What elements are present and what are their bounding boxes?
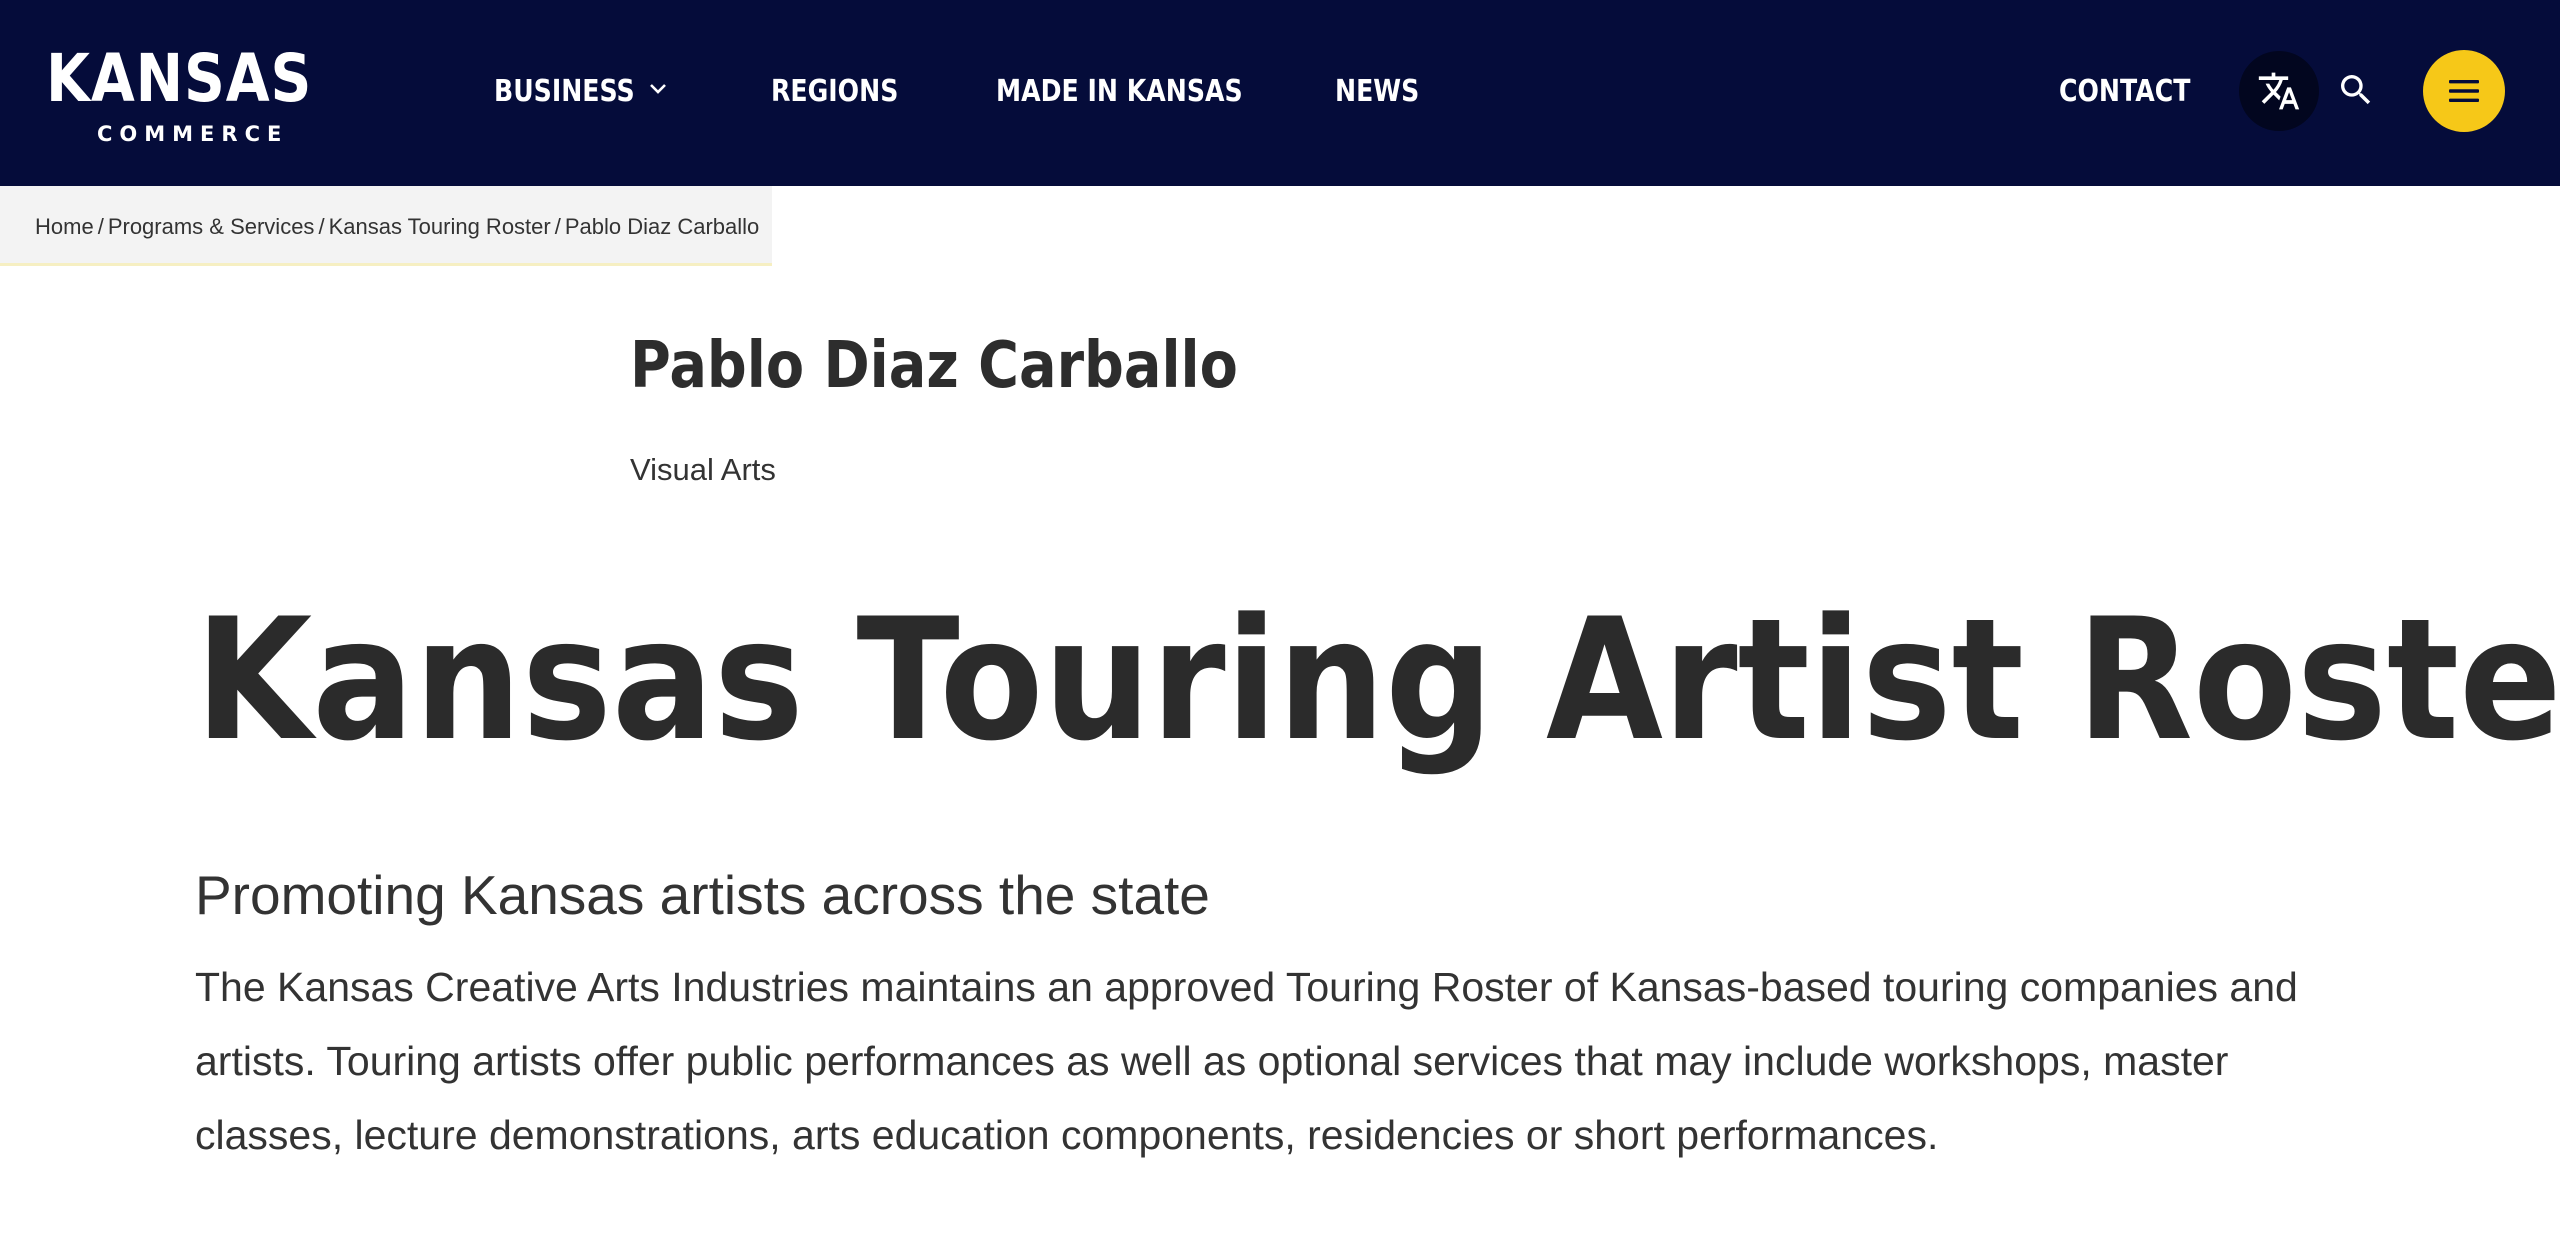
breadcrumb: Home / Programs & Services / Kansas Touring … <box>0 186 772 266</box>
breadcrumb-kansas-touring-roster[interactable]: Kansas Touring Roster <box>329 214 551 239</box>
breadcrumb-separator: / <box>554 214 561 239</box>
roster-heading: Kansas Touring Artist Roster <box>195 582 2560 778</box>
nav-regions[interactable]: REGIONS <box>771 70 898 114</box>
translate-icon <box>2258 72 2300 110</box>
kansas-commerce-logo[interactable]: KANSAS COMMERCE <box>46 44 336 154</box>
nav-made-in-kansas[interactable]: MADE IN KANSAS <box>996 70 1243 114</box>
hamburger-menu-icon <box>2449 80 2479 102</box>
roster-tagline: Promoting Kansas artists across the stat… <box>195 864 1210 926</box>
roster-description-line: The Kansas Creative Arts Industries main… <box>195 964 2298 1010</box>
nav-business[interactable]: BUSINESS <box>494 70 635 114</box>
logo-subtitle: COMMERCE <box>97 122 289 146</box>
logo-wordmark: KANSAS <box>46 40 313 117</box>
breadcrumb-home[interactable]: Home <box>35 214 94 239</box>
roster-description-line: artists. Touring artists offer public pe… <box>195 1038 2229 1084</box>
page-subtitle: Visual Arts <box>630 452 776 487</box>
translate-button[interactable] <box>2239 51 2319 131</box>
breadcrumb-programs-services[interactable]: Programs & Services <box>108 214 315 239</box>
nav-contact[interactable]: CONTACT <box>2059 70 2190 114</box>
site-header: KANSAS COMMERCE BUSINESS REGIONS MADE IN… <box>0 0 2560 186</box>
roster-description-line: classes, lecture demonstrations, arts ed… <box>195 1112 1939 1158</box>
page-title: Pablo Diaz Carballo <box>630 329 1238 403</box>
breadcrumb-separator: / <box>318 214 325 239</box>
nav-news[interactable]: NEWS <box>1335 70 1419 114</box>
breadcrumb-separator: / <box>97 214 104 239</box>
menu-button[interactable] <box>2423 50 2505 132</box>
search-icon <box>2341 75 2371 105</box>
chevron-down-icon[interactable] <box>649 82 667 96</box>
breadcrumb-current: Pablo Diaz Carballo <box>564 214 760 239</box>
search-button[interactable] <box>2336 70 2376 110</box>
roster-description: The Kansas Creative Arts Industries main… <box>195 950 2455 1172</box>
